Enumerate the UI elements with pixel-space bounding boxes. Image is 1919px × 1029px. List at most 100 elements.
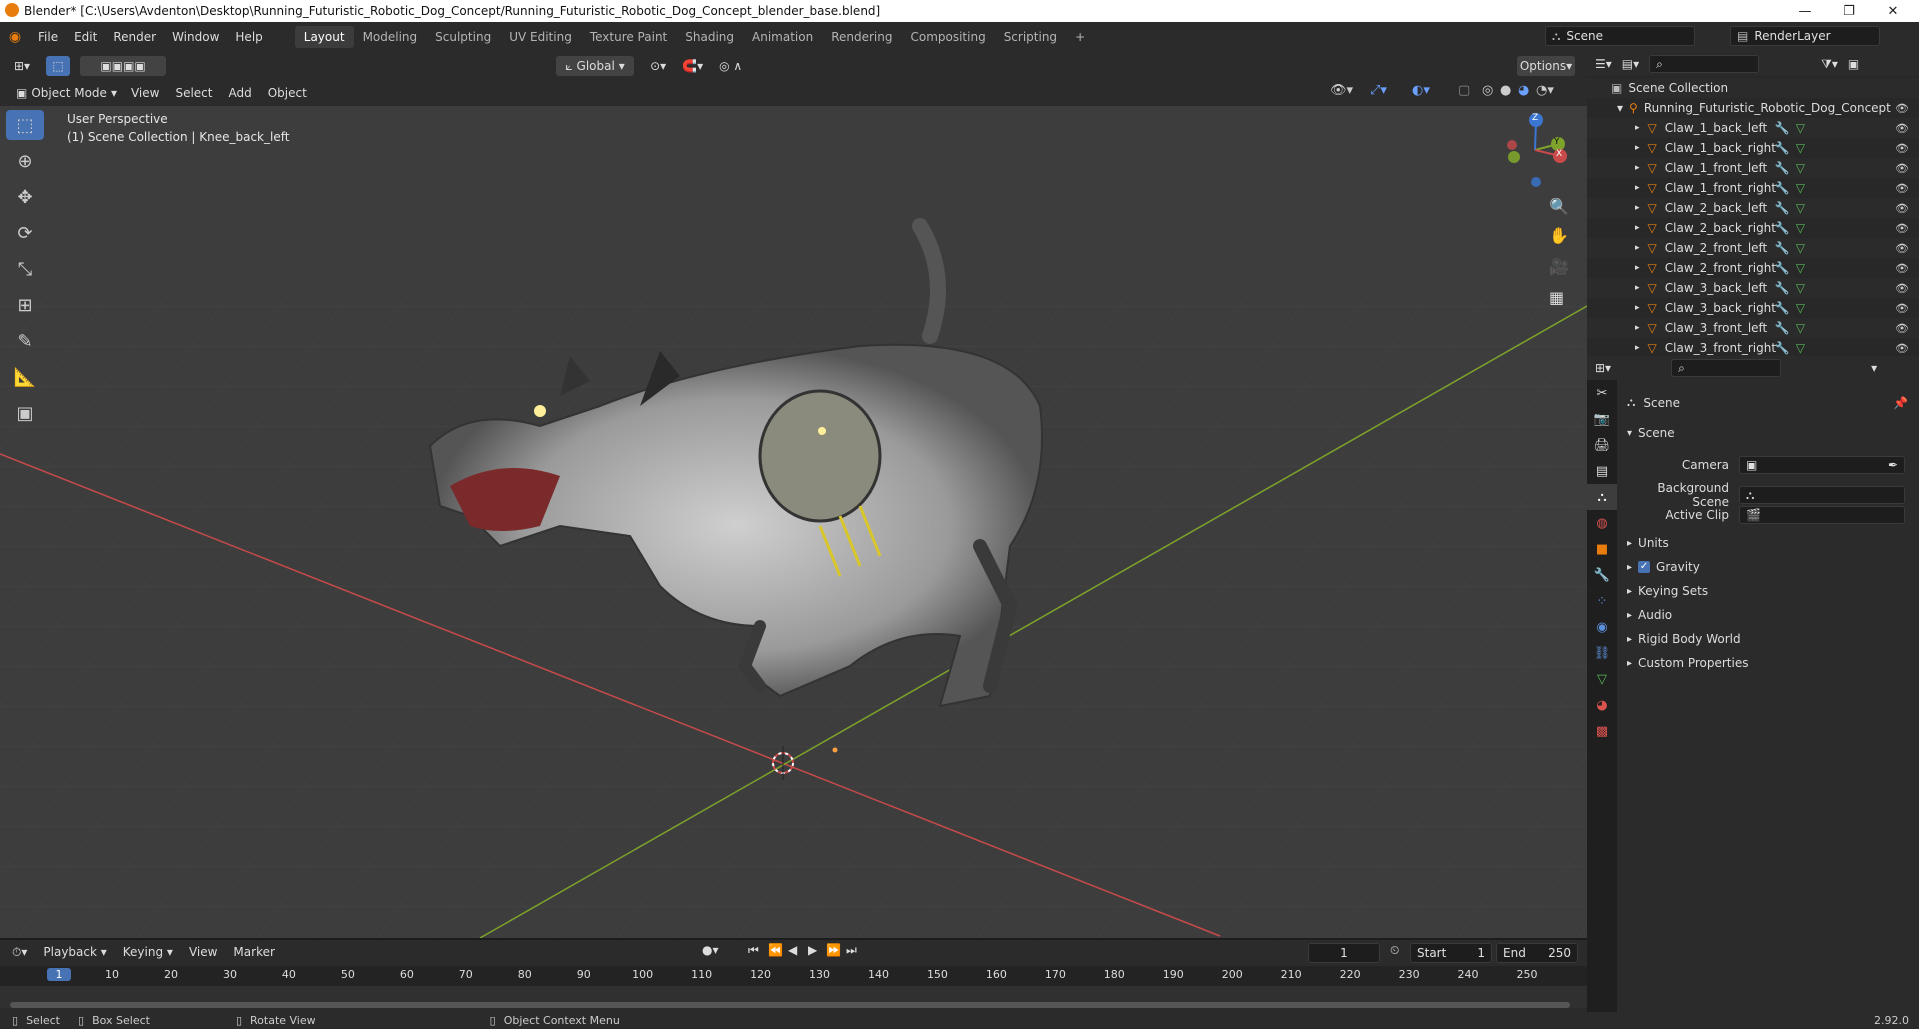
transform-orientation[interactable]: ⟀ Global ▾ <box>556 56 635 76</box>
tab-rendering[interactable]: Rendering <box>822 26 901 48</box>
material-tab-icon[interactable]: ◕ <box>1587 692 1617 718</box>
object-tab-icon[interactable]: ■ <box>1587 536 1617 562</box>
modifier-icon[interactable]: 🔧 <box>1775 141 1790 155</box>
menu-window[interactable]: Window <box>164 30 227 44</box>
visibility-icon[interactable]: 👁▾ <box>1330 83 1353 98</box>
eye-icon[interactable]: 👁 <box>1895 322 1909 335</box>
material-shading-icon[interactable]: ◕ <box>1518 83 1529 98</box>
editor-type-icon[interactable]: ⊞▾ <box>8 56 36 76</box>
eye-icon[interactable]: 👁 <box>1895 242 1909 255</box>
rotate-tool-icon[interactable]: ⟳ <box>6 218 44 248</box>
next-keyframe-icon[interactable]: ⏩ <box>826 943 841 957</box>
outliner-item[interactable]: ▸ ▽ Claw_3_front_right 🔧 ▽ 👁 <box>1587 338 1919 358</box>
select-box-tool-icon[interactable]: ⬚ <box>6 110 44 140</box>
wireframe-shading-icon[interactable]: ◎ <box>1482 83 1493 98</box>
expand-arrow-icon[interactable]: ▸ <box>1635 323 1640 333</box>
modifier-icon[interactable]: 🔧 <box>1775 241 1790 255</box>
tab-texture-paint[interactable]: Texture Paint <box>581 26 676 48</box>
section-audio[interactable]: ▸ Audio <box>1627 608 1672 622</box>
add-workspace-button[interactable]: + <box>1066 26 1094 48</box>
modifier-icon[interactable]: 🔧 <box>1775 121 1790 135</box>
eye-icon[interactable]: 👁 <box>1895 182 1909 195</box>
expand-arrow-icon[interactable]: ▸ <box>1635 203 1640 213</box>
xray-icon[interactable]: ▢ <box>1458 83 1470 98</box>
background-scene-field[interactable]: ⛬ <box>1739 486 1905 504</box>
particles-tab-icon[interactable]: ⁘ <box>1587 588 1617 614</box>
mesh-data-icon[interactable]: ▽ <box>1796 221 1805 235</box>
select-mode-icon[interactable]: ⬚ <box>46 56 71 76</box>
options-button[interactable]: Options ▾ <box>1517 56 1575 76</box>
view-layer-tab-icon[interactable]: ▤ <box>1587 458 1617 484</box>
outliner-item[interactable]: ▸ ▽ Claw_1_back_left 🔧 ▽ 👁 <box>1587 118 1919 138</box>
outliner-item[interactable]: ▸ ▽ Claw_2_back_right 🔧 ▽ 👁 <box>1587 218 1919 238</box>
eyedropper-icon[interactable]: ✒ <box>1888 458 1898 472</box>
mesh-data-icon[interactable]: ▽ <box>1796 141 1805 155</box>
tab-compositing[interactable]: Compositing <box>901 26 994 48</box>
3d-viewport[interactable] <box>0 106 1587 938</box>
output-tab-icon[interactable]: 🖨 <box>1587 432 1617 458</box>
outliner-item[interactable]: ▸ ▽ Claw_1_front_right 🔧 ▽ 👁 <box>1587 178 1919 198</box>
pivot-icon[interactable]: ⊙▾ <box>644 56 672 76</box>
eye-icon[interactable]: 👁 <box>1895 162 1909 175</box>
properties-editor-icon[interactable]: ⊞▾ <box>1595 361 1611 375</box>
gravity-checkbox[interactable]: ✓ <box>1638 561 1651 573</box>
constraints-tab-icon[interactable]: ⛓ <box>1587 640 1617 666</box>
expand-arrow-icon[interactable]: ▸ <box>1635 263 1640 273</box>
snap-icon[interactable]: 🧲▾ <box>676 56 709 76</box>
mesh-data-icon[interactable]: ▽ <box>1796 201 1805 215</box>
modifier-icon[interactable]: 🔧 <box>1775 281 1790 295</box>
menu-render[interactable]: Render <box>105 30 164 44</box>
start-frame-field[interactable]: Start 1 <box>1410 943 1492 963</box>
play-reverse-icon[interactable]: ◀ <box>788 943 797 957</box>
filter-icon[interactable]: ⧩▾ <box>1821 57 1838 72</box>
modifier-icon[interactable]: 🔧 <box>1775 201 1790 215</box>
outliner-item[interactable]: ▸ ▽ Claw_2_back_left 🔧 ▽ 👁 <box>1587 198 1919 218</box>
playhead[interactable]: 1 <box>47 968 71 981</box>
timeline-view-menu[interactable]: View <box>181 945 225 959</box>
play-icon[interactable]: ▶ <box>808 943 817 957</box>
section-keying-sets[interactable]: ▸ Keying Sets <box>1627 584 1708 598</box>
expand-arrow-icon[interactable]: ▾ <box>1617 101 1623 115</box>
modifier-icon[interactable]: 🔧 <box>1775 341 1790 355</box>
tab-layout[interactable]: Layout <box>294 26 354 48</box>
minimize-button[interactable]: — <box>1783 0 1827 22</box>
mode-selector[interactable]: ▣ Object Mode ▾ <box>10 83 123 103</box>
eye-icon[interactable]: 👁 <box>1895 262 1909 275</box>
menu-edit[interactable]: Edit <box>66 30 105 44</box>
tab-scripting[interactable]: Scripting <box>995 26 1066 48</box>
add-cube-tool-icon[interactable]: ▣ <box>6 398 44 428</box>
mesh-data-icon[interactable]: ▽ <box>1796 301 1805 315</box>
tab-shading[interactable]: Shading <box>676 26 743 48</box>
camera-field[interactable]: ▣ ✒ <box>1739 456 1905 474</box>
end-frame-field[interactable]: End 250 <box>1496 943 1578 963</box>
move-tool-icon[interactable]: ✥ <box>6 182 44 212</box>
scene-selector[interactable]: ⛬ Scene <box>1545 26 1695 46</box>
menu-view[interactable]: View <box>123 86 167 100</box>
cursor-tool-icon[interactable]: ⊕ <box>6 146 44 176</box>
mesh-data-icon[interactable]: ▽ <box>1796 321 1805 335</box>
selection-modes[interactable]: ▣▣▣▣ <box>80 56 167 76</box>
modifier-icon[interactable]: 🔧 <box>1775 301 1790 315</box>
section-custom-properties[interactable]: ▸ Custom Properties <box>1627 656 1748 670</box>
navigation-gizmo[interactable]: Z Y X <box>1500 110 1570 190</box>
clock-icon[interactable]: ⏲ <box>1390 943 1399 958</box>
camera-view-icon[interactable]: 🎥 <box>1549 257 1569 276</box>
menu-file[interactable]: File <box>30 30 66 44</box>
eye-icon[interactable]: 👁 <box>1895 342 1909 355</box>
chevron-down-icon[interactable]: ▾ <box>1871 361 1877 375</box>
mesh-data-icon[interactable]: ▽ <box>1796 121 1805 135</box>
tab-uv-editing[interactable]: UV Editing <box>500 26 581 48</box>
record-icon[interactable]: ●▾ <box>702 943 719 957</box>
active-clip-field[interactable]: 🎬 <box>1739 506 1905 524</box>
expand-arrow-icon[interactable]: ▸ <box>1635 243 1640 253</box>
section-gravity[interactable]: ▸ ✓ Gravity <box>1627 560 1700 574</box>
annotate-tool-icon[interactable]: ✎ <box>6 326 44 356</box>
maximize-button[interactable]: ❐ <box>1827 0 1871 22</box>
section-units[interactable]: ▸ Units <box>1627 536 1669 550</box>
menu-select[interactable]: Select <box>167 86 220 100</box>
tab-sculpting[interactable]: Sculpting <box>426 26 500 48</box>
view-layer-selector[interactable]: ▤ RenderLayer <box>1730 26 1880 46</box>
outliner-item[interactable]: ▸ ▽ Claw_2_front_right 🔧 ▽ 👁 <box>1587 258 1919 278</box>
outliner-item[interactable]: ▸ ▽ Claw_3_front_left 🔧 ▽ 👁 <box>1587 318 1919 338</box>
mesh-data-icon[interactable]: ▽ <box>1796 341 1805 355</box>
